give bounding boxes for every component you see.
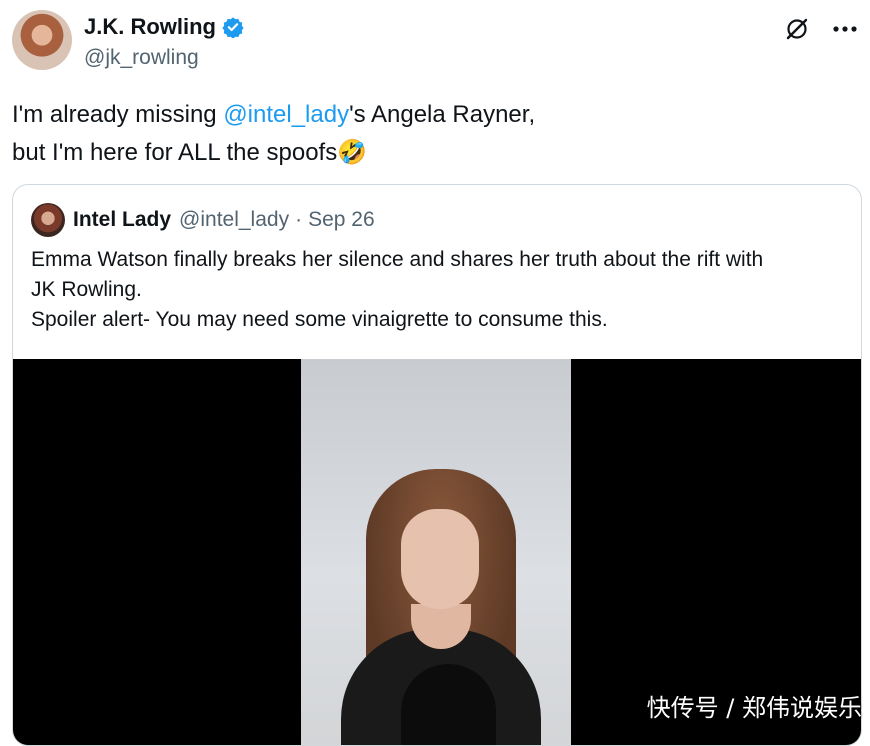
quote-line-2: JK Rowling. — [31, 278, 142, 301]
tweet-line-2-text: but I'm here for ALL the spoofs — [12, 139, 338, 166]
tweet-text-part1: I'm already missing — [12, 101, 224, 128]
quote-line-3: Spoiler alert- You may need some vinaigr… — [31, 308, 608, 331]
author-name-row: J.K. Rowling — [84, 14, 244, 40]
quote-separator: · — [295, 208, 303, 231]
quote-date[interactable]: Sep 26 — [308, 208, 375, 232]
tweet-text: I'm already missing @intel_lady's Angela… — [12, 96, 852, 172]
quote-handle[interactable]: @intel_lady — [179, 208, 289, 232]
tweet-text-part2: 's Angela Rayner, — [349, 101, 536, 128]
quote-line-1: Emma Watson finally breaks her silence a… — [31, 248, 764, 271]
verified-badge-icon — [222, 17, 244, 38]
quote-tweet-card[interactable]: Intel Lady @intel_lady · Sep 26 Emma Wat… — [12, 184, 862, 746]
tweet-line-1: I'm already missing @intel_lady's Angela… — [12, 96, 852, 134]
quote-display-name[interactable]: Intel Lady — [73, 208, 171, 232]
author-handle[interactable]: @jk_rowling — [84, 46, 199, 70]
video-person-face — [401, 509, 479, 609]
quote-avatar[interactable] — [31, 203, 65, 237]
more-options-icon[interactable] — [830, 14, 860, 44]
laughing-emoji: 🤣 — [337, 139, 368, 166]
top-actions — [782, 14, 860, 44]
video-frame — [301, 359, 571, 745]
quote-meta: @intel_lady · Sep 26 — [179, 208, 375, 232]
quote-text: Emma Watson finally breaks her silence a… — [31, 245, 851, 335]
quote-header: Intel Lady @intel_lady · Sep 26 — [31, 203, 375, 237]
mention-link[interactable]: @intel_lady — [223, 101, 349, 128]
tweet-line-2: but I'm here for ALL the spoofs🤣 — [12, 134, 852, 172]
watermark: 快传号 / 郑伟说娱乐 — [646, 694, 862, 722]
author-display-name[interactable]: J.K. Rowling — [84, 14, 216, 40]
grok-icon[interactable] — [782, 14, 812, 44]
author-avatar[interactable] — [12, 10, 72, 70]
